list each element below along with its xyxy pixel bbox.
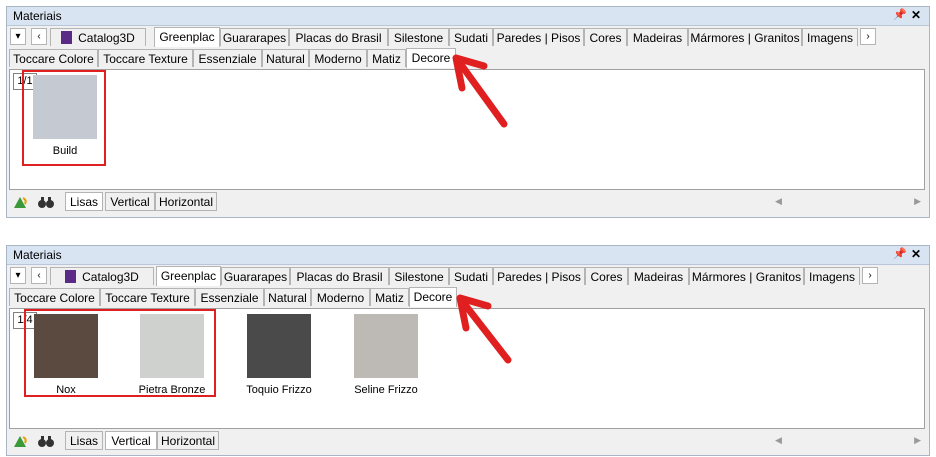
subtab-toccare-colore[interactable]: Toccare Colore — [9, 288, 100, 306]
subtab-toccare-texture[interactable]: Toccare Texture — [100, 288, 195, 306]
scroll-left-arrow-icon[interactable]: ◀ — [775, 435, 782, 446]
main-tab-strip: ▾ ‹ Catalog3D Greenplac Guararapes Placa… — [7, 27, 929, 48]
tab-marmores-granitos[interactable]: Mármores | Granitos — [688, 28, 802, 46]
panel-titlebar: Materiais 📌 ✕ — [7, 246, 929, 265]
tab-imagens[interactable]: Imagens — [804, 267, 860, 285]
tab-catalog3d[interactable]: Catalog3D — [50, 28, 146, 46]
tab-guararapes[interactable]: Guararapes — [220, 28, 289, 46]
dropdown-icon[interactable]: ▾ — [10, 28, 26, 45]
tab-paredes-pisos[interactable]: Paredes | Pisos — [493, 267, 585, 285]
tab-placas-do-brasil[interactable]: Placas do Brasil — [290, 267, 389, 285]
tab-greenplac[interactable]: Greenplac — [154, 27, 220, 47]
subtab-natural[interactable]: Natural — [262, 49, 309, 67]
tab-marmores-granitos[interactable]: Mármores | Granitos — [689, 267, 804, 285]
tab-sudati[interactable]: Sudati — [449, 28, 493, 46]
tab-sudati[interactable]: Sudati — [449, 267, 493, 285]
tab-silestone[interactable]: Silestone — [388, 28, 449, 46]
pin-icon[interactable]: 📌 — [893, 8, 907, 23]
scroll-right-arrow-icon[interactable]: ▶ — [914, 196, 921, 207]
subtab-matiz[interactable]: Matiz — [370, 288, 409, 306]
close-icon[interactable]: ✕ — [909, 247, 923, 262]
bottom-tab-horizontal[interactable]: Horizontal — [157, 431, 219, 450]
material-item-toquio-frizzo[interactable]: Toquio Frizzo — [239, 314, 319, 396]
panel-title: Materiais — [13, 9, 62, 23]
material-swatch — [354, 314, 418, 378]
bottom-tab-horizontal[interactable]: Horizontal — [155, 192, 217, 211]
scroll-right-icon[interactable]: › — [860, 28, 876, 45]
bottom-tab-lisas[interactable]: Lisas — [65, 192, 103, 211]
subtab-matiz[interactable]: Matiz — [367, 49, 406, 67]
main-tab-strip: ▾ ‹ Catalog3D Greenplac Guararapes Placa… — [7, 266, 929, 287]
subtab-moderno[interactable]: Moderno — [311, 288, 370, 306]
bottom-bar: Lisas Vertical Horizontal ◀ ▶ — [9, 431, 925, 452]
panel-title: Materiais — [13, 248, 62, 262]
material-label: Toquio Frizzo — [246, 384, 312, 396]
horizontal-scrollbar[interactable]: ◀ ▶ — [773, 196, 923, 210]
tab-cores[interactable]: Cores — [584, 28, 627, 46]
scroll-left-arrow-icon[interactable]: ◀ — [775, 196, 782, 207]
green-arrow-icon[interactable] — [11, 433, 29, 449]
subtab-essenziale[interactable]: Essenziale — [195, 288, 264, 306]
tab-greenplac[interactable]: Greenplac — [156, 266, 221, 286]
scroll-left-icon[interactable]: ‹ — [31, 28, 47, 45]
green-arrow-icon[interactable] — [11, 194, 29, 210]
red-arrow-annotation — [452, 54, 508, 128]
tab-cores[interactable]: Cores — [585, 267, 628, 285]
bottom-tab-vertical[interactable]: Vertical — [105, 431, 157, 450]
tab-guararapes[interactable]: Guararapes — [221, 267, 290, 285]
scroll-right-arrow-icon[interactable]: ▶ — [914, 435, 921, 446]
purple-cube-icon — [65, 270, 77, 283]
dropdown-icon[interactable]: ▾ — [10, 267, 26, 284]
subtab-toccare-colore[interactable]: Toccare Colore — [9, 49, 98, 67]
tab-placas-do-brasil[interactable]: Placas do Brasil — [289, 28, 388, 46]
material-item-seline-frizzo[interactable]: Seline Frizzo — [346, 314, 426, 396]
tab-madeiras[interactable]: Madeiras — [627, 28, 688, 46]
material-label: Seline Frizzo — [354, 384, 418, 396]
subtab-toccare-texture[interactable]: Toccare Texture — [98, 49, 193, 67]
binoculars-icon[interactable] — [37, 433, 55, 449]
scroll-right-icon[interactable]: › — [862, 267, 878, 284]
tab-imagens[interactable]: Imagens — [802, 28, 858, 46]
purple-cube-icon — [61, 31, 73, 44]
red-arrow-annotation — [456, 294, 512, 364]
binoculars-icon[interactable] — [37, 194, 55, 210]
tab-catalog3d[interactable]: Catalog3D — [50, 267, 154, 285]
tab-madeiras[interactable]: Madeiras — [628, 267, 689, 285]
subtab-moderno[interactable]: Moderno — [309, 49, 367, 67]
scroll-left-icon[interactable]: ‹ — [31, 267, 47, 284]
tab-paredes-pisos[interactable]: Paredes | Pisos — [493, 28, 584, 46]
subtab-essenziale[interactable]: Essenziale — [193, 49, 262, 67]
highlight-box — [22, 70, 106, 166]
material-swatch — [247, 314, 311, 378]
pin-icon[interactable]: 📌 — [893, 247, 907, 262]
tab-silestone[interactable]: Silestone — [389, 267, 449, 285]
subtab-decore[interactable]: Decore — [409, 287, 457, 307]
highlight-box — [24, 309, 216, 397]
subtab-natural[interactable]: Natural — [264, 288, 311, 306]
close-icon[interactable]: ✕ — [909, 8, 923, 23]
horizontal-scrollbar[interactable]: ◀ ▶ — [773, 435, 923, 449]
bottom-bar: Lisas Vertical Horizontal ◀ ▶ — [9, 192, 925, 213]
panel-titlebar: Materiais 📌 ✕ — [7, 7, 929, 26]
bottom-tab-vertical[interactable]: Vertical — [105, 192, 155, 211]
bottom-tab-lisas[interactable]: Lisas — [65, 431, 103, 450]
